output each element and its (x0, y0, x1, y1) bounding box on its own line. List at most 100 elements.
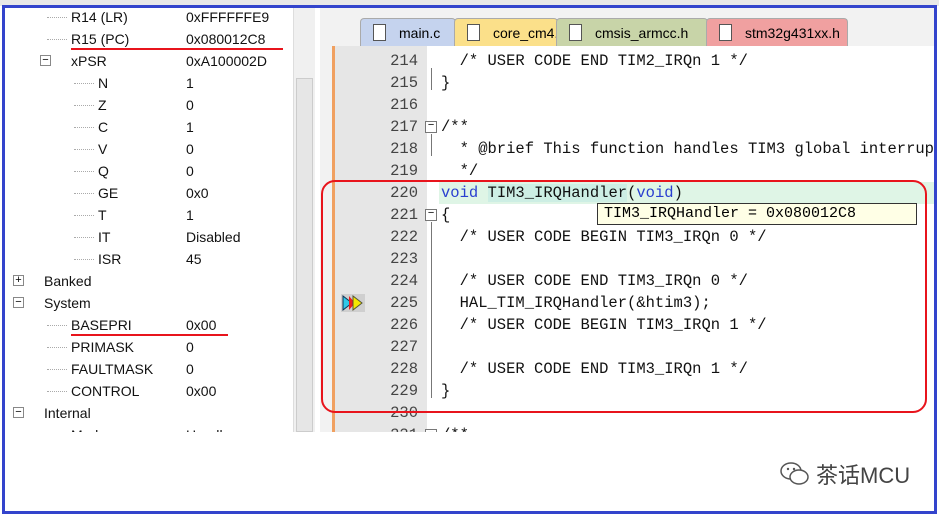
register-value[interactable]: 0 (186, 94, 194, 116)
register-name: ISR (98, 251, 122, 267)
register-row[interactable]: − xPSR 0xA100002D (0, 50, 290, 72)
register-name: Z (98, 97, 107, 113)
register-value[interactable]: Disabled (186, 226, 240, 248)
register-value[interactable]: 0x00 (186, 380, 216, 402)
tree-connector (74, 215, 94, 216)
line-number: 215 (390, 74, 418, 92)
register-value[interactable]: 0 (186, 138, 194, 160)
watermark: 茶话MCU (780, 458, 910, 490)
register-name: GE (98, 185, 119, 201)
tab-label: cmsis_armcc.h (595, 25, 689, 41)
register-row[interactable]: + Banked (0, 270, 290, 292)
tab-bar: main.c core_cm4.h cmsis_armcc.h stm32g431xx… (320, 14, 937, 46)
register-row[interactable]: IT Disabled (0, 226, 290, 248)
register-name: Q (98, 163, 109, 179)
register-row[interactable]: GE 0x0 (0, 182, 290, 204)
register-value[interactable]: 45 (186, 248, 202, 270)
file-icon (373, 24, 386, 41)
file-icon (719, 24, 732, 41)
file-icon (467, 24, 480, 41)
register-row[interactable]: CONTROL 0x00 (0, 380, 290, 402)
tree-connector (74, 193, 94, 194)
register-name: BASEPRI (71, 317, 132, 333)
register-row[interactable]: T1 (0, 204, 290, 226)
code-line[interactable]: 231 − /** (335, 424, 937, 432)
vertical-scrollbar[interactable] (293, 6, 315, 432)
tab-main-c[interactable]: main.c (360, 18, 456, 46)
fold-toggle-icon[interactable]: − (425, 121, 437, 133)
register-row[interactable]: Z0 (0, 94, 290, 116)
code-line[interactable]: 216 (335, 94, 937, 116)
register-row[interactable]: R15 (PC) 0x080012C8 (0, 28, 290, 50)
line-number: 231 (335, 424, 418, 432)
wechat-icon (780, 462, 809, 485)
register-row[interactable]: Mode Handler (0, 424, 290, 432)
tab-label: main.c (399, 25, 441, 41)
register-name: PRIMASK (71, 339, 135, 355)
expand-icon[interactable]: + (13, 275, 24, 286)
register-row[interactable]: R14 (LR) 0xFFFFFFE9 (0, 6, 290, 28)
register-row[interactable]: C1 (0, 116, 290, 138)
tree-connector (74, 149, 94, 150)
register-name: V (98, 141, 108, 157)
annotation-highlight-box (321, 180, 927, 413)
register-value[interactable]: Handler (186, 424, 235, 432)
registers-panel: R14 (LR) 0xFFFFFFE9 R15 (PC) 0x080012C8 − xPS… (0, 6, 320, 432)
fold-toggle-icon[interactable]: − (425, 429, 437, 432)
tree-connector (47, 391, 67, 392)
register-row[interactable]: FAULTMASK 0 (0, 358, 290, 380)
code-text: */ (441, 162, 479, 180)
register-value[interactable]: 0x080012C8 (186, 28, 265, 50)
tab-stm32g431xx-h[interactable]: stm32g431xx.h (706, 18, 848, 46)
collapse-icon[interactable]: − (40, 55, 51, 66)
tree-connector (47, 369, 67, 370)
code-line[interactable]: 214 /* USER CODE END TIM2_IRQn 1 */ (335, 50, 937, 72)
register-name: CONTROL (71, 383, 140, 399)
collapse-icon[interactable]: − (13, 407, 24, 418)
register-name: Internal (44, 405, 91, 421)
code-line[interactable]: 217−/** (335, 116, 937, 138)
code-text: } (441, 74, 451, 92)
register-value[interactable]: 0 (186, 336, 194, 358)
register-row[interactable]: ISR 45 (0, 248, 290, 270)
tab-cmsis-armcc-h[interactable]: cmsis_armcc.h (556, 18, 708, 46)
register-row[interactable]: BASEPRI 0x00 (0, 314, 290, 336)
register-name: System (44, 295, 91, 311)
line-number: 218 (390, 140, 418, 158)
register-name: IT (98, 229, 111, 245)
register-value[interactable]: 0x0 (186, 182, 209, 204)
code-line[interactable]: 215} (335, 72, 937, 94)
scrollbar-thumb[interactable] (296, 78, 313, 432)
tree-connector (47, 347, 67, 348)
tab-label: stm32g431xx.h (745, 25, 840, 41)
code-text: * @brief This function handles TIM3 glob… (441, 140, 937, 158)
line-number: 217 (390, 118, 418, 136)
line-number: 219 (390, 162, 418, 180)
tree-connector (74, 127, 94, 128)
tree-connector (74, 171, 94, 172)
tree-connector (74, 105, 94, 106)
register-value[interactable]: 0xA100002D (186, 50, 267, 72)
fold-guide (431, 134, 432, 156)
code-line[interactable]: 218 * @brief This function handles TIM3 … (335, 138, 937, 160)
collapse-icon[interactable]: − (13, 297, 24, 308)
register-value[interactable]: 1 (186, 204, 194, 226)
register-name: Mode (71, 424, 106, 432)
register-value[interactable]: 1 (186, 72, 194, 94)
register-row[interactable]: PRIMASK 0 (0, 336, 290, 358)
register-value[interactable]: 1 (186, 116, 194, 138)
code-line[interactable]: 219 */ (335, 160, 937, 182)
register-value[interactable]: 0xFFFFFFE9 (186, 6, 269, 28)
register-value[interactable]: 0 (186, 160, 194, 182)
register-row[interactable]: − System (0, 292, 290, 314)
register-row[interactable]: N1 (0, 72, 290, 94)
register-value[interactable]: 0x00 (186, 314, 216, 336)
register-row[interactable]: Q0 (0, 160, 290, 182)
register-value[interactable]: 0 (186, 358, 194, 380)
register-row[interactable]: − Internal (0, 402, 290, 424)
register-name: R14 (LR) (71, 9, 128, 25)
tree-connector (47, 325, 67, 326)
register-row[interactable]: V0 (0, 138, 290, 160)
tab-core-cm4-h[interactable]: core_cm4.h (454, 18, 566, 46)
line-number: 214 (390, 52, 418, 70)
